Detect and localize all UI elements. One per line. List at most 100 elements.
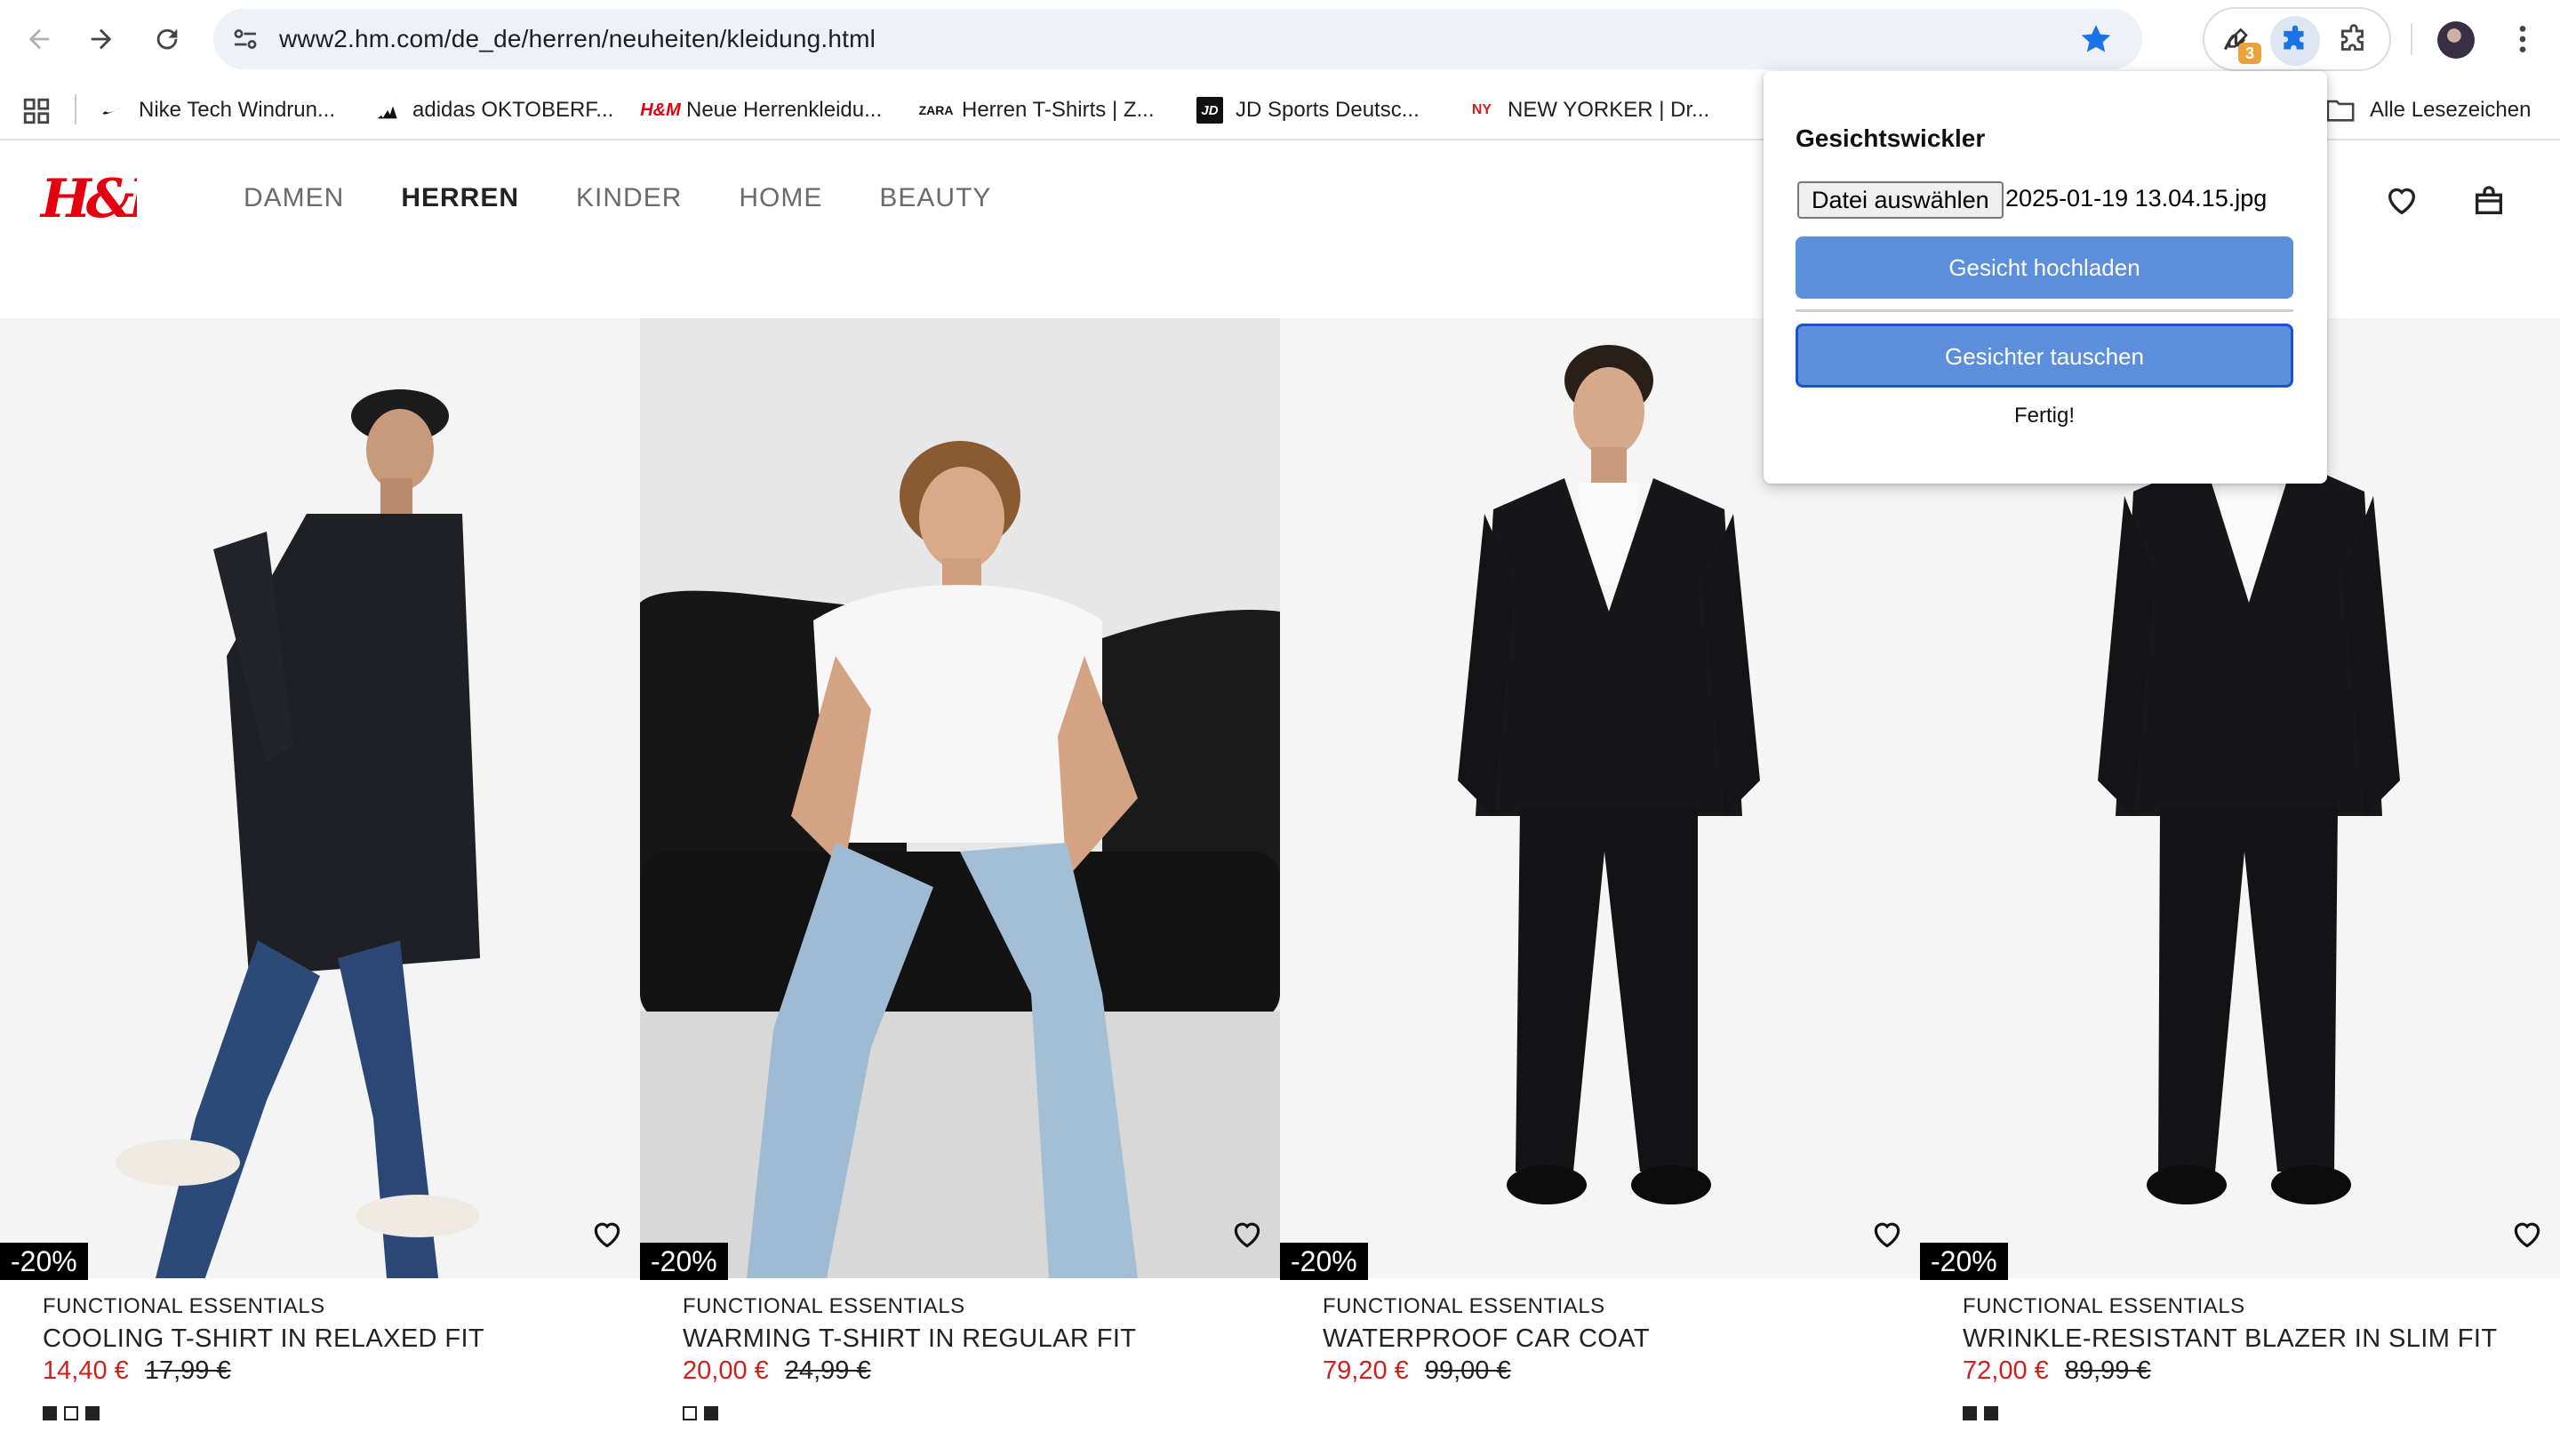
folder-icon (2326, 100, 2355, 122)
newyorker-icon: NY (1471, 102, 1492, 117)
status-text: Fertig! (2013, 404, 2075, 428)
product-brand: FUNCTIONAL ESSENTIALS (683, 1294, 965, 1318)
color-swatch[interactable] (704, 1406, 718, 1420)
product-grid: -20% FUNCTIONAL ESSENTIALS COOLING T-SHI… (0, 318, 2560, 1456)
reload-icon (156, 28, 178, 50)
bookmark-item[interactable]: JD JD Sports Deutsc... (1196, 94, 1420, 126)
color-swatch[interactable] (683, 1406, 697, 1420)
add-to-favorites-heart-icon[interactable] (1230, 1218, 1264, 1252)
original-price: 99,00 € (1424, 1356, 1511, 1385)
browser-toolbar: www2.hm.com/de_de/herren/neuheiten/kleid… (0, 0, 2560, 78)
product-brand: FUNCTIONAL ESSENTIALS (1323, 1294, 1605, 1318)
bookmark-label: adidas OKTOBERF... (412, 98, 614, 122)
toolbar-divider (2411, 23, 2412, 55)
back-button[interactable] (18, 18, 60, 60)
profile-avatar[interactable] (2437, 21, 2475, 59)
nav-item-home[interactable]: HOME (739, 183, 822, 213)
sale-price: 79,20 € (1323, 1356, 1409, 1385)
add-to-favorites-heart-icon[interactable] (2510, 1218, 2544, 1252)
extensions-group: 3 (2203, 7, 2391, 71)
product-name[interactable]: WATERPROOF CAR COAT (1323, 1324, 1650, 1354)
zara-icon: ZARA (918, 103, 954, 117)
discount-badge: -20% (640, 1243, 728, 1280)
bookmark-star-icon[interactable] (2078, 21, 2114, 57)
bookmark-label: NEW YORKER | Dr... (1508, 98, 1710, 122)
all-bookmarks-label: Alle Lesezeichen (2370, 98, 2532, 122)
nav-item-kinder[interactable]: KINDER (576, 183, 682, 213)
puzzle-icon (2340, 24, 2364, 51)
color-swatch[interactable] (85, 1406, 100, 1420)
choose-file-button[interactable]: Datei auswählen (1797, 181, 2004, 219)
discount-badge: -20% (1280, 1243, 1368, 1280)
apps-grid-icon[interactable] (21, 96, 52, 126)
adidas-icon (373, 97, 400, 124)
color-swatches (1963, 1406, 1998, 1420)
product-photo-tshirt-sofa (640, 318, 1280, 1278)
main-nav: DAMEN HERREN KINDER HOME BEAUTY (244, 183, 1048, 213)
product-prices: 20,00 € 24,99 € (683, 1356, 871, 1386)
nike-swoosh-icon (100, 97, 126, 124)
product-image[interactable] (0, 318, 640, 1278)
site-settings-icon[interactable] (229, 23, 261, 55)
color-swatch[interactable] (1963, 1406, 1977, 1420)
product-card[interactable]: -20% FUNCTIONAL ESSENTIALS WRINKLE-RESIS… (1920, 318, 2560, 1456)
jd-icon: JD (1196, 97, 1223, 124)
product-brand: FUNCTIONAL ESSENTIALS (1963, 1294, 2245, 1318)
add-to-favorites-heart-icon[interactable] (1870, 1218, 1904, 1252)
color-swatch[interactable] (43, 1406, 57, 1420)
color-swatches (43, 1406, 100, 1420)
extension-button-active[interactable] (2270, 16, 2320, 66)
reload-button[interactable] (146, 18, 188, 60)
extension-badge: 3 (2238, 43, 2261, 64)
extensions-menu-button[interactable] (2329, 16, 2379, 66)
shopping-bag-icon[interactable] (2471, 183, 2507, 219)
color-swatch[interactable] (64, 1406, 78, 1420)
product-card[interactable]: -20% FUNCTIONAL ESSENTIALS WATERPROOF CA… (1280, 318, 1920, 1456)
address-bar[interactable]: www2.hm.com/de_de/herren/neuheiten/kleid… (213, 9, 2142, 69)
product-image[interactable] (640, 318, 1280, 1278)
swap-faces-button[interactable]: Gesichter tauschen (1796, 324, 2293, 388)
nav-item-herren[interactable]: HERREN (401, 183, 519, 213)
bookmark-item[interactable]: H&M Neue Herrenkleidu... (640, 94, 882, 126)
product-card[interactable]: -20% FUNCTIONAL ESSENTIALS WARMING T-SHI… (640, 318, 1280, 1456)
forward-button[interactable] (80, 18, 123, 60)
sale-price: 14,40 € (43, 1356, 129, 1385)
more-vert-icon[interactable] (2505, 21, 2540, 57)
color-swatch[interactable] (1984, 1406, 1998, 1420)
popup-divider (1796, 309, 2293, 312)
upload-face-button[interactable]: Gesicht hochladen (1796, 236, 2293, 299)
product-card[interactable]: -20% FUNCTIONAL ESSENTIALS COOLING T-SHI… (0, 318, 640, 1456)
bookmark-label: JD Sports Deutsc... (1236, 98, 1420, 122)
original-price: 17,99 € (144, 1356, 231, 1385)
arrow-left-icon (28, 28, 50, 50)
product-prices: 72,00 € 89,99 € (1963, 1356, 2151, 1386)
extension-popup: Gesichtswickler Datei auswählen 2025-01-… (1764, 71, 2327, 484)
bookmark-item[interactable]: NY NEW YORKER | Dr... (1468, 94, 1709, 126)
arrow-right-icon (91, 28, 112, 50)
extension-button-1[interactable]: 3 (2212, 16, 2261, 66)
original-price: 24,99 € (784, 1356, 871, 1385)
original-price: 89,99 € (2064, 1356, 2151, 1385)
nav-item-damen[interactable]: DAMEN (244, 183, 344, 213)
bookmarks-separator (75, 94, 76, 124)
add-to-favorites-heart-icon[interactable] (590, 1218, 624, 1252)
bookmark-item[interactable]: adidas OKTOBERF... (373, 94, 613, 126)
sale-price: 72,00 € (1963, 1356, 2049, 1385)
color-swatches (683, 1406, 718, 1420)
product-name[interactable]: WARMING T-SHIRT IN REGULAR FIT (683, 1324, 1136, 1354)
product-name[interactable]: COOLING T-SHIRT IN RELAXED FIT (43, 1324, 484, 1354)
nav-item-beauty[interactable]: BEAUTY (879, 183, 991, 213)
sale-price: 20,00 € (683, 1356, 769, 1385)
bookmark-label: Herren T-Shirts | Z... (962, 98, 1155, 122)
favorites-heart-icon[interactable] (2384, 183, 2420, 219)
product-name[interactable]: WRINKLE-RESISTANT BLAZER IN SLIM FIT (1963, 1324, 2497, 1354)
hm-icon: H&M (640, 100, 681, 120)
product-prices: 79,20 € 99,00 € (1323, 1356, 1511, 1386)
popup-title: Gesichtswickler (1796, 124, 1986, 152)
bookmark-item[interactable]: Nike Tech Windrun... (100, 94, 335, 126)
url-text[interactable]: www2.hm.com/de_de/herren/neuheiten/kleid… (279, 23, 876, 55)
bookmark-label: Nike Tech Windrun... (139, 98, 335, 122)
all-bookmarks-button[interactable]: Alle Lesezeichen (2325, 94, 2531, 126)
bookmark-item[interactable]: ZARA Herren T-Shirts | Z... (918, 94, 1155, 126)
hm-logo[interactable]: H&M (39, 164, 137, 231)
